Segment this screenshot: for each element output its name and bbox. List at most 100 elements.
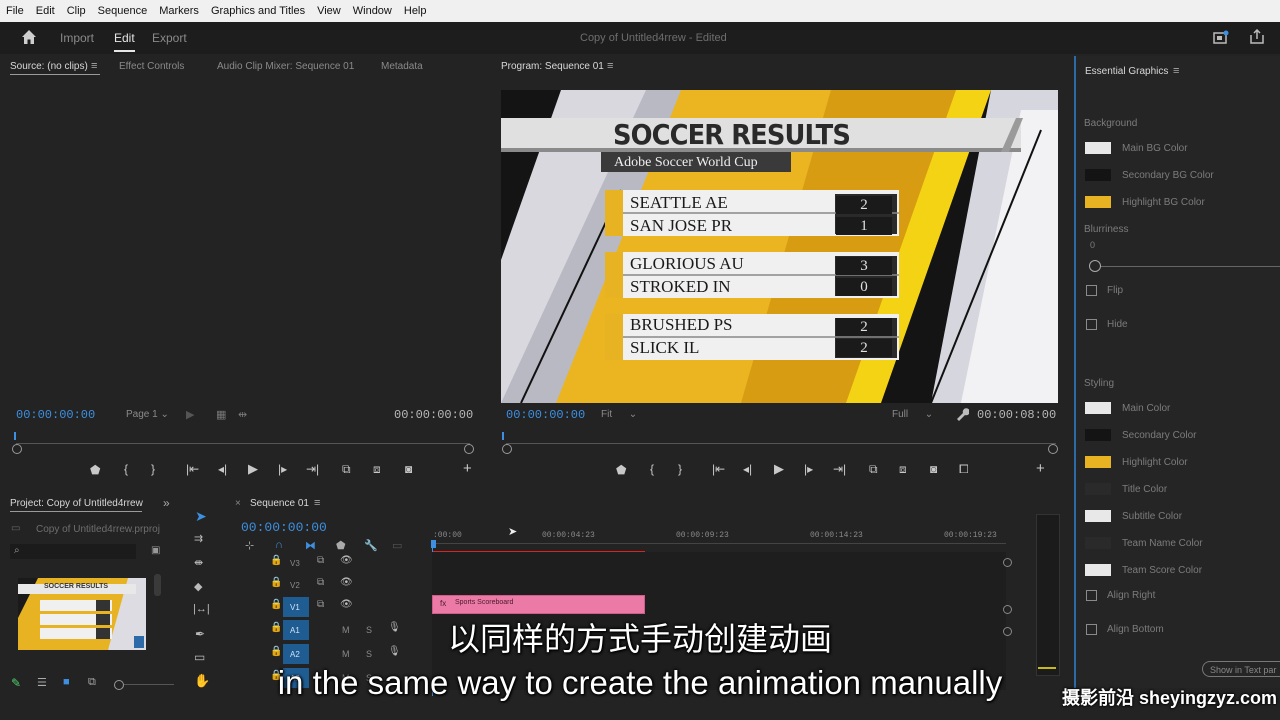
tab-essential-graphics[interactable]: Essential Graphics bbox=[1085, 66, 1168, 77]
step-back-icon[interactable]: ◂| bbox=[743, 462, 752, 476]
highlight-color-swatch[interactable] bbox=[1085, 456, 1111, 468]
play-icon[interactable]: ▶ bbox=[774, 461, 784, 477]
timeline-settings-icon[interactable]: 🔧 bbox=[364, 539, 378, 552]
page-selector[interactable]: Page 1 ⌄ bbox=[126, 409, 169, 420]
workspace-edit[interactable]: Edit bbox=[114, 31, 135, 52]
title-color-swatch[interactable] bbox=[1085, 483, 1111, 495]
mark-out-icon[interactable]: } bbox=[678, 462, 682, 476]
tab-project[interactable]: Project: Copy of Untitled4rrew bbox=[10, 498, 143, 509]
add-button-icon[interactable]: + bbox=[463, 460, 472, 477]
source-playhead[interactable] bbox=[14, 432, 16, 440]
menu-view[interactable]: View bbox=[311, 5, 347, 17]
timeline-panel-menu-icon[interactable]: ≡ bbox=[314, 497, 320, 509]
blurriness-slider-handle[interactable] bbox=[1089, 260, 1101, 272]
sync-lock-icon[interactable]: ⧉ bbox=[317, 555, 324, 566]
tab-metadata[interactable]: Metadata bbox=[381, 61, 423, 72]
fit-icon[interactable]: ⇹ bbox=[238, 408, 247, 421]
go-to-in-icon[interactable]: |⇤ bbox=[186, 462, 199, 476]
lock-icon[interactable]: 🔒 bbox=[270, 555, 282, 566]
close-sequence-icon[interactable]: × bbox=[235, 498, 241, 509]
zoom-level-select[interactable]: Fit ⌄ bbox=[601, 409, 637, 420]
source-zoom-handle-right[interactable] bbox=[464, 444, 474, 454]
project-search-input[interactable] bbox=[10, 544, 136, 559]
snap-icon[interactable]: ∩ bbox=[275, 539, 283, 551]
hide-checkbox[interactable] bbox=[1086, 319, 1097, 330]
add-marker-icon[interactable]: ⬟ bbox=[90, 463, 100, 477]
track-select-tool-icon[interactable]: ⇉ bbox=[194, 532, 203, 545]
playback-resolution-select[interactable]: Full ⌄ bbox=[892, 409, 933, 420]
track-label[interactable]: V1 bbox=[290, 603, 300, 612]
add-button-icon[interactable]: + bbox=[1036, 460, 1045, 477]
program-playhead[interactable] bbox=[502, 432, 504, 440]
comparison-view-icon[interactable]: ⧠ bbox=[959, 462, 969, 477]
tab-sequence[interactable]: Sequence 01 bbox=[250, 498, 309, 509]
program-scrub-bar[interactable] bbox=[506, 443, 1056, 444]
secondary-bg-color-swatch[interactable] bbox=[1085, 169, 1111, 181]
eye-icon[interactable]: 👁 bbox=[340, 577, 353, 588]
tab-source[interactable]: Source: (no clips) bbox=[10, 61, 88, 72]
workspace-import[interactable]: Import bbox=[60, 31, 94, 45]
time-ruler[interactable] bbox=[432, 543, 1006, 544]
track-label[interactable]: V3 bbox=[290, 559, 300, 568]
export-frame-icon[interactable]: ◙ bbox=[930, 462, 937, 476]
menu-markers[interactable]: Markers bbox=[153, 5, 205, 17]
eye-icon[interactable]: 👁 bbox=[340, 555, 353, 566]
subtitle-color-swatch[interactable] bbox=[1085, 510, 1111, 522]
main-color-swatch[interactable] bbox=[1085, 402, 1111, 414]
align-right-checkbox[interactable] bbox=[1086, 590, 1097, 601]
share-icon[interactable] bbox=[1249, 29, 1265, 45]
go-to-out-icon[interactable]: ⇥| bbox=[833, 462, 846, 476]
new-bin-icon[interactable]: ▣ bbox=[151, 545, 160, 556]
go-to-out-icon[interactable]: ⇥| bbox=[306, 462, 319, 476]
mark-in-icon[interactable]: { bbox=[124, 462, 128, 476]
razor-tool-icon[interactable]: ◆ bbox=[194, 580, 202, 593]
insert-icon[interactable]: ⧉ bbox=[342, 462, 351, 477]
overwrite-icon[interactable]: ⧈ bbox=[373, 462, 381, 477]
team-name-color-swatch[interactable] bbox=[1085, 537, 1111, 549]
ripple-edit-tool-icon[interactable]: ⇼ bbox=[194, 556, 203, 569]
menu-help[interactable]: Help bbox=[398, 5, 433, 17]
wrench-icon[interactable] bbox=[955, 407, 969, 421]
menu-edit[interactable]: Edit bbox=[30, 5, 61, 17]
menu-graphics[interactable]: Graphics and Titles bbox=[205, 5, 311, 17]
quick-export-icon[interactable] bbox=[1213, 30, 1229, 46]
lock-icon[interactable]: 🔒 bbox=[270, 599, 282, 610]
step-forward-icon[interactable]: |▸ bbox=[804, 462, 813, 476]
timeline-playhead-handle[interactable] bbox=[431, 540, 436, 548]
tab-effect-controls[interactable]: Effect Controls bbox=[119, 61, 184, 72]
secondary-color-swatch[interactable] bbox=[1085, 429, 1111, 441]
source-timecode[interactable]: 00:00:00:00 bbox=[16, 408, 95, 422]
sync-lock-icon[interactable]: ⧉ bbox=[317, 599, 324, 610]
step-back-icon[interactable]: ◂| bbox=[218, 462, 227, 476]
source-scrub-bar[interactable] bbox=[16, 443, 470, 444]
eg-panel-menu-icon[interactable]: ≡ bbox=[1173, 65, 1179, 77]
program-zoom-handle-right[interactable] bbox=[1048, 444, 1058, 454]
lock-icon[interactable]: 🔒 bbox=[270, 577, 282, 588]
program-zoom-handle-left[interactable] bbox=[502, 444, 512, 454]
insert-sequence-icon[interactable]: ⊹ bbox=[245, 539, 254, 552]
workspace-export[interactable]: Export bbox=[152, 31, 187, 45]
main-bg-color-swatch[interactable] bbox=[1085, 142, 1111, 154]
lift-icon[interactable]: ⧉ bbox=[869, 462, 878, 477]
menu-clip[interactable]: Clip bbox=[61, 5, 92, 17]
add-marker-icon[interactable]: ⬟ bbox=[616, 463, 626, 477]
project-scrollbar[interactable] bbox=[154, 574, 161, 596]
panel-menu-icon[interactable]: ≡ bbox=[91, 60, 97, 72]
source-zoom-handle-left[interactable] bbox=[12, 444, 22, 454]
timeline-timecode[interactable]: 00:00:00:00 bbox=[241, 520, 327, 535]
home-icon[interactable] bbox=[21, 29, 37, 45]
menu-file[interactable]: File bbox=[0, 5, 30, 17]
program-panel-menu-icon[interactable]: ≡ bbox=[607, 60, 613, 72]
selection-tool-icon[interactable]: ➤ bbox=[195, 508, 207, 525]
tab-audio-clip-mixer[interactable]: Audio Clip Mixer: Sequence 01 bbox=[217, 61, 354, 72]
mark-in-icon[interactable]: { bbox=[650, 462, 654, 476]
team-score-color-swatch[interactable] bbox=[1085, 564, 1111, 576]
settings-grid-icon[interactable]: ▦ bbox=[216, 408, 226, 421]
export-frame-icon[interactable]: ◙ bbox=[405, 462, 412, 476]
tab-program[interactable]: Program: Sequence 01 bbox=[501, 61, 604, 72]
flip-checkbox[interactable] bbox=[1086, 285, 1097, 296]
extract-icon[interactable]: ⧈ bbox=[899, 462, 907, 477]
eye-icon[interactable]: 👁 bbox=[340, 599, 353, 610]
menu-window[interactable]: Window bbox=[347, 5, 398, 17]
step-forward-icon[interactable]: |▸ bbox=[278, 462, 287, 476]
